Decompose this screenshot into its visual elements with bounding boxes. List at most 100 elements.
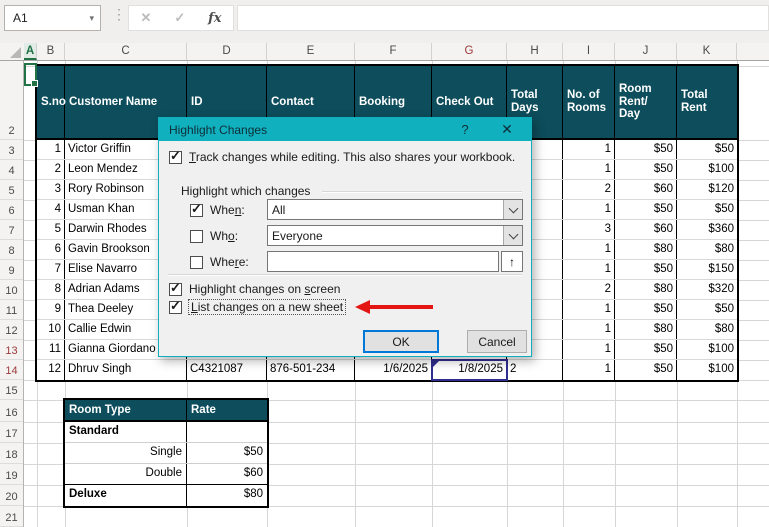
column-header-G[interactable]: G (432, 43, 507, 60)
list-changes-checkbox[interactable] (169, 298, 182, 314)
cell-K5[interactable]: $120 (677, 180, 737, 199)
cell-C20[interactable]: Deluxe (65, 485, 187, 506)
cell-K7[interactable]: $360 (677, 220, 737, 239)
cell-B11[interactable]: 9 (37, 300, 65, 319)
when-dropdown-button[interactable] (503, 200, 522, 219)
close-icon[interactable]: ✕ (496, 118, 518, 141)
cell-K11[interactable]: $50 (677, 300, 737, 319)
cell-J12[interactable]: $80 (615, 320, 677, 339)
cell-C14[interactable]: Dhruv Singh (65, 360, 187, 380)
row-header-19[interactable]: 19 (0, 464, 23, 485)
cell-I6[interactable]: 1 (563, 200, 615, 219)
cell-I10[interactable]: 2 (563, 280, 615, 299)
cell-I5[interactable]: 2 (563, 180, 615, 199)
cell-B7[interactable]: 5 (37, 220, 65, 239)
cell-C17[interactable]: Standard (65, 422, 187, 442)
row-header-21[interactable]: 21 (0, 506, 23, 527)
cell-J9[interactable]: $50 (615, 260, 677, 279)
cell-K8[interactable]: $80 (677, 240, 737, 259)
row-header-5[interactable]: 5 (0, 180, 23, 200)
dialog-titlebar[interactable]: Highlight Changes ? ✕ (159, 118, 531, 141)
cell-I11[interactable]: 1 (563, 300, 615, 319)
cell-I3[interactable]: 1 (563, 140, 615, 159)
highlight-on-screen-checkbox[interactable] (169, 280, 182, 296)
row-header-10[interactable]: 10 (0, 280, 23, 300)
cell-B8[interactable]: 6 (37, 240, 65, 259)
cell-K9[interactable]: $150 (677, 260, 737, 279)
cell-F14[interactable]: 1/6/2025 (355, 360, 432, 380)
column-header-H[interactable]: H (507, 43, 563, 60)
column-header-F[interactable]: F (355, 43, 432, 60)
cell-B5[interactable]: 3 (37, 180, 65, 199)
ok-button[interactable]: OK (363, 330, 439, 353)
active-cell-selection[interactable] (24, 63, 38, 87)
column-header-I[interactable]: I (563, 43, 615, 60)
column-header-B[interactable]: B (37, 43, 65, 60)
cell-B12[interactable]: 10 (37, 320, 65, 339)
row-header-16[interactable]: 16 (0, 400, 23, 422)
cell-J6[interactable]: $50 (615, 200, 677, 219)
cancel-button[interactable]: Cancel (467, 330, 527, 353)
cell-J7[interactable]: $60 (615, 220, 677, 239)
cancel-entry-icon[interactable]: ✕ (140, 10, 151, 26)
cell-J13[interactable]: $50 (615, 340, 677, 359)
cell-J3[interactable]: $50 (615, 140, 677, 159)
column-header-K[interactable]: K (677, 43, 737, 60)
cell-J14[interactable]: $50 (615, 360, 677, 380)
cell-J10[interactable]: $80 (615, 280, 677, 299)
row-header-3[interactable]: 3 (0, 140, 23, 160)
cell-D18[interactable]: $50 (187, 443, 267, 463)
help-icon[interactable]: ? (454, 118, 476, 141)
cell-J5[interactable]: $60 (615, 180, 677, 199)
cell-D14[interactable]: C4321087 (187, 360, 267, 380)
row-header-15[interactable]: 15 (0, 380, 23, 400)
row-header-8[interactable]: 8 (0, 240, 23, 260)
row-header-4[interactable]: 4 (0, 160, 23, 180)
room-table-header-type[interactable]: Room Type (65, 400, 187, 420)
cell-B14[interactable]: 12 (37, 360, 65, 380)
cell-B6[interactable]: 4 (37, 200, 65, 219)
cell-D19[interactable]: $60 (187, 464, 267, 484)
collapse-dialog-button[interactable]: ↑ (501, 251, 523, 272)
cell-J8[interactable]: $80 (615, 240, 677, 259)
cell-K4[interactable]: $100 (677, 160, 737, 179)
where-range-input[interactable] (267, 251, 499, 272)
row-header-17[interactable]: 17 (0, 422, 23, 443)
cell-B3[interactable]: 1 (37, 140, 65, 159)
cell-K13[interactable]: $100 (677, 340, 737, 359)
cell-D17[interactable] (187, 422, 267, 442)
room-table-header-rate[interactable]: Rate (187, 400, 267, 420)
enter-entry-icon[interactable]: ✓ (174, 10, 185, 26)
row-header-13[interactable]: 13 (0, 340, 23, 360)
row-header-2[interactable]: 2 (0, 66, 23, 140)
cell-I12[interactable]: 1 (563, 320, 615, 339)
column-header-A[interactable]: A (24, 43, 37, 60)
cell-K14[interactable]: $100 (677, 360, 737, 380)
cell-B13[interactable]: 11 (37, 340, 65, 359)
when-checkbox[interactable] (190, 201, 203, 217)
cell-H14[interactable]: 2 (507, 360, 563, 380)
cell-I8[interactable]: 1 (563, 240, 615, 259)
row-header-6[interactable]: 6 (0, 200, 23, 220)
cell-K10[interactable]: $320 (677, 280, 737, 299)
cell-I7[interactable]: 3 (563, 220, 615, 239)
cell-J11[interactable]: $50 (615, 300, 677, 319)
cell-E14[interactable]: 876-501-234 (267, 360, 355, 380)
row-header-20[interactable]: 20 (0, 485, 23, 506)
main-table-header-K[interactable]: Total Rent (677, 66, 737, 138)
main-table-header-I[interactable]: No. of Rooms (563, 66, 615, 138)
row-header-7[interactable]: 7 (0, 220, 23, 240)
when-combobox[interactable]: All (267, 199, 523, 220)
cell-K12[interactable]: $80 (677, 320, 737, 339)
insert-function-icon[interactable]: fx (208, 11, 221, 26)
fill-handle[interactable] (31, 80, 38, 87)
cell-I4[interactable]: 1 (563, 160, 615, 179)
cell-I14[interactable]: 1 (563, 360, 615, 380)
row-header-11[interactable]: 11 (0, 300, 23, 320)
row-header-18[interactable]: 18 (0, 443, 23, 464)
track-changes-checkbox[interactable] (169, 148, 182, 164)
cell-J4[interactable]: $50 (615, 160, 677, 179)
column-header-D[interactable]: D (187, 43, 267, 60)
cell-C18[interactable]: Single (65, 443, 187, 463)
formula-input[interactable] (237, 5, 769, 31)
